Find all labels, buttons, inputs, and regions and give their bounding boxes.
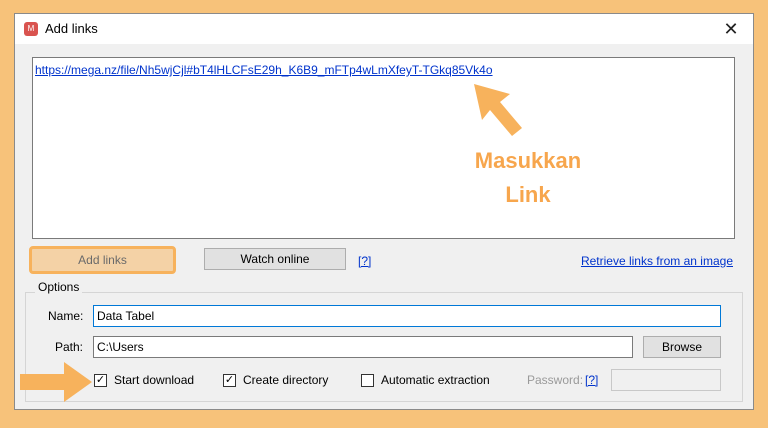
close-button[interactable]: ✕ xyxy=(709,14,753,44)
arrow-up-left-icon xyxy=(474,84,522,136)
link-url[interactable]: https://mega.nz/file/Nh5wjCjl#bT4lHLCFsE… xyxy=(35,63,493,77)
window-title: Add links xyxy=(45,21,98,36)
watch-online-button[interactable]: Watch online xyxy=(204,248,346,270)
checkbox-unchecked-icon xyxy=(361,373,374,387)
name-label: Name: xyxy=(48,309,84,323)
annotation-text-2: Link xyxy=(505,182,551,207)
path-input[interactable] xyxy=(93,336,633,358)
browse-button[interactable]: Browse xyxy=(643,336,721,358)
retrieve-links-link[interactable]: Retrieve links from an image xyxy=(581,254,733,268)
add-links-dialog: M Add links ✕ https://mega.nz/file/Nh5wj… xyxy=(14,13,754,410)
password-help-link[interactable]: [?] xyxy=(585,373,598,387)
name-input[interactable] xyxy=(93,305,721,327)
links-textarea[interactable]: https://mega.nz/file/Nh5wjCjl#bT4lHLCFsE… xyxy=(32,57,735,239)
password-input[interactable] xyxy=(611,369,721,391)
checkbox-checked-icon: ✓ xyxy=(223,373,236,387)
password-label: Password: xyxy=(527,373,584,387)
start-download-label: Start download xyxy=(114,373,195,387)
checkbox-checked-icon: ✓ xyxy=(94,373,107,387)
create-directory-checkbox[interactable]: ✓ Create directory xyxy=(223,373,328,387)
add-links-label: Add links xyxy=(78,253,127,267)
create-directory-label: Create directory xyxy=(243,373,329,387)
automatic-extraction-checkbox[interactable]: Automatic extraction xyxy=(361,373,490,387)
path-label: Path: xyxy=(55,340,84,354)
options-label: Options xyxy=(35,280,83,294)
start-download-checkbox[interactable]: ✓ Start download xyxy=(94,373,194,387)
add-links-button[interactable]: Add links xyxy=(29,246,176,274)
automatic-extraction-label: Automatic extraction xyxy=(381,373,490,387)
title-bar: M Add links ✕ xyxy=(15,14,753,44)
mega-icon: M xyxy=(24,22,38,36)
annotation-text-1: Masukkan xyxy=(474,148,582,173)
arrow-right-icon xyxy=(20,362,92,402)
help-link[interactable]: [?] xyxy=(358,254,371,268)
